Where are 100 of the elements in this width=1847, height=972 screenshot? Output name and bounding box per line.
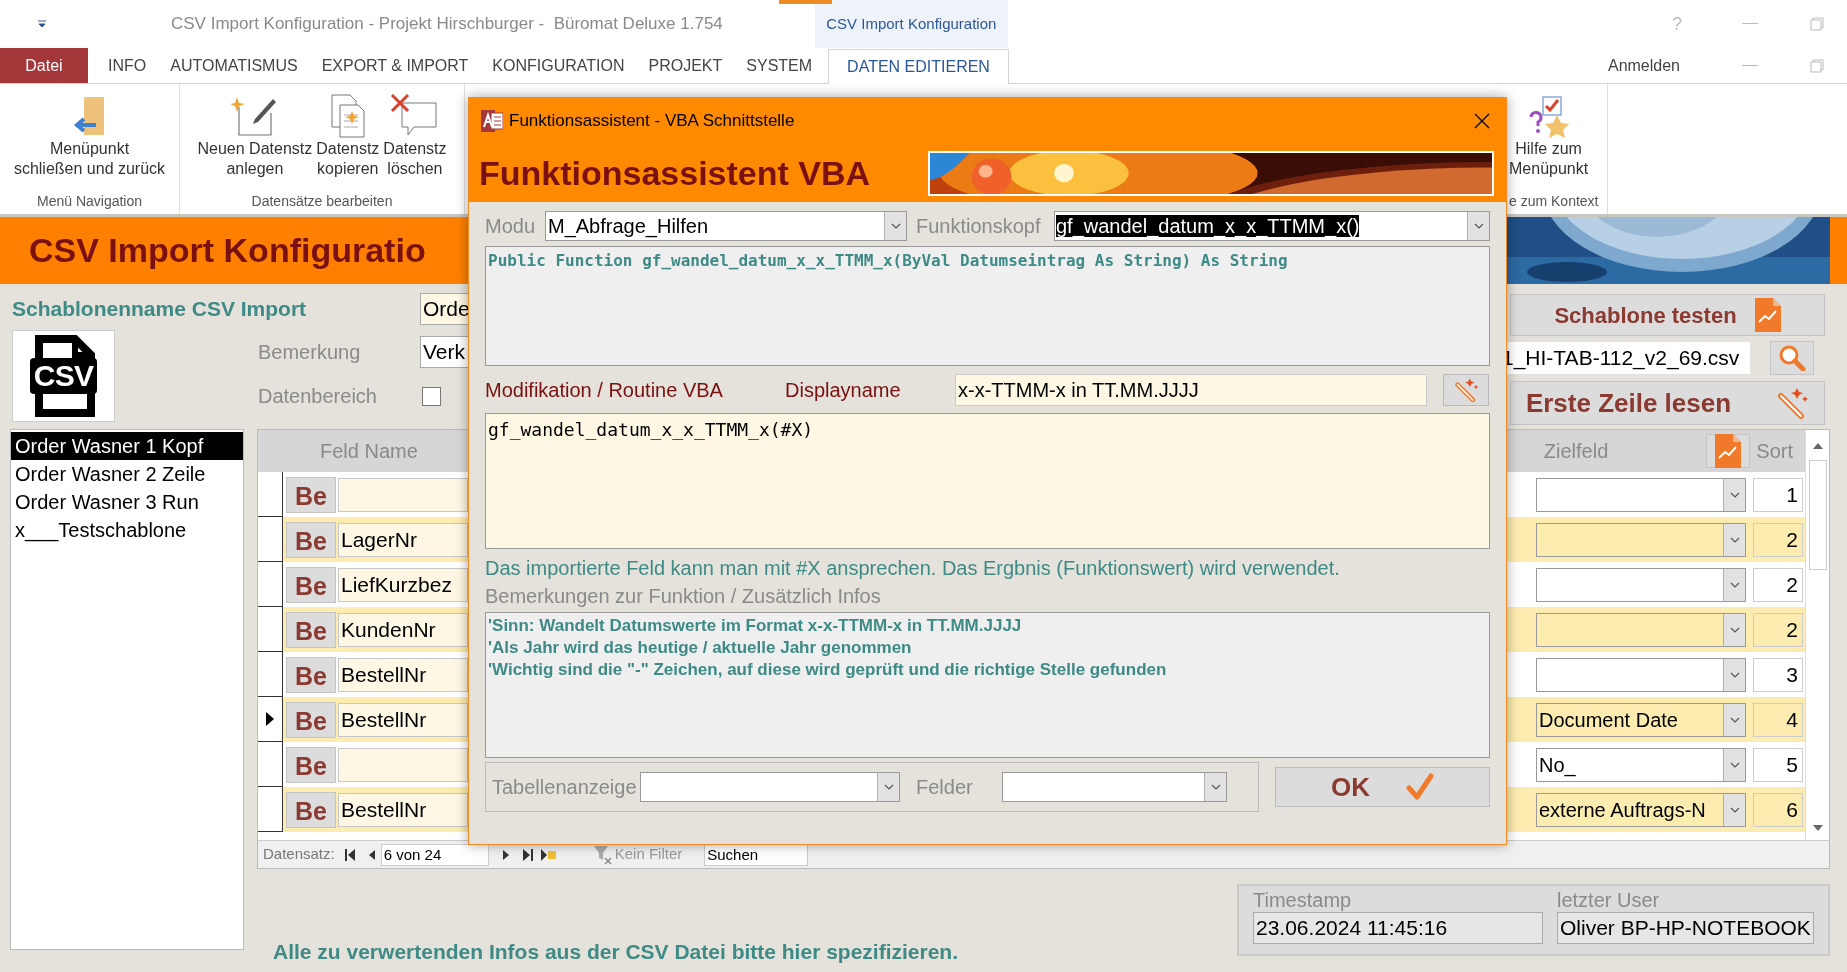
ribbon-tab[interactable]: INFO [96,48,159,83]
table-dropdown[interactable] [640,772,900,802]
search-button[interactable] [1770,341,1814,375]
wand-button[interactable] [1443,373,1489,406]
ribbon-button[interactable]: Menüpunkt schließen und zurück [11,89,168,191]
ribbon-tab[interactable]: KONFIGURATION [480,48,637,83]
sort-cell[interactable]: 4 [1753,702,1803,737]
sort-cell[interactable]: 2 [1753,522,1803,557]
restore-icon[interactable] [1810,17,1824,31]
template-list-item[interactable]: x___Testschablone [11,516,243,544]
minimize-icon[interactable] [1742,64,1758,67]
dropdown-caret-icon[interactable] [1204,773,1226,801]
edit-button[interactable]: Be [286,476,336,513]
record-selector[interactable] [258,562,283,607]
field-name-cell[interactable]: LiefKurzbez [338,567,468,602]
function-header-dropdown[interactable]: gf_wandel_datum_x_x_TTMM_x() [1054,211,1490,241]
record-position-field[interactable]: 6 von 24 [380,843,489,866]
field-name-cell[interactable]: BestellNr [338,702,468,737]
sort-cell[interactable]: 2 [1753,567,1803,602]
field-name-cell[interactable]: BestellNr [338,657,468,692]
target-field-dropdown[interactable]: Document Date [1536,702,1746,737]
template-list-item[interactable]: Order Wasner 3 Run [11,488,243,516]
record-selector[interactable] [258,517,283,562]
dropdown-caret-icon[interactable] [877,773,899,801]
edit-button[interactable]: Be [286,521,336,558]
ribbon-tab[interactable]: AUTOMATISMUS [158,48,310,83]
ribbon-tab[interactable]: DATEN EDITIEREN [828,49,1009,84]
field-name-cell[interactable]: LagerNr [338,522,468,557]
target-field-dropdown[interactable]: No_ [1536,747,1746,782]
dropdown-caret-icon[interactable] [1723,568,1745,601]
restore-icon[interactable] [1810,58,1824,73]
edit-button[interactable]: Be [286,611,336,648]
close-icon[interactable] [1474,113,1490,129]
scrollbar-thumb[interactable] [1808,460,1827,570]
last-record-icon[interactable] [522,848,533,861]
sign-in-link[interactable]: Anmelden [1607,53,1680,78]
ribbon-tab[interactable]: EXPORT & IMPORT [309,48,481,83]
edit-button[interactable]: Be [286,566,336,603]
target-field-dropdown[interactable] [1536,477,1746,512]
record-selector[interactable] [258,787,283,832]
sort-cell[interactable]: 6 [1753,792,1803,827]
ribbon-tab[interactable]: PROJEKT [636,48,735,83]
previous-record-icon[interactable] [368,849,375,860]
template-list-item[interactable]: Order Wasner 1 Kopf [11,432,243,460]
read-first-line-button[interactable]: Erste Zeile lesen [1510,381,1825,425]
record-selector[interactable] [258,607,283,652]
target-field-dropdown[interactable]: externe Auftrags-N [1536,792,1746,827]
dropdown-caret-icon[interactable] [884,212,906,240]
target-field-dropdown[interactable] [1536,657,1746,692]
minimize-icon[interactable] [1742,23,1758,25]
dropdown-caret-icon[interactable] [1723,523,1745,556]
dropdown-caret-icon[interactable] [1723,748,1745,781]
edit-button[interactable]: Be [286,746,336,783]
ribbon-button[interactable]: Datenstz löschen [381,89,449,191]
target-field-dropdown[interactable] [1536,522,1746,557]
record-selector[interactable] [258,652,283,697]
sort-cell[interactable]: 1 [1753,477,1803,512]
field-name-cell[interactable] [338,747,468,782]
field-name-cell[interactable]: KundenNr [338,612,468,647]
notes-box[interactable]: 'Sinn: Wandelt Datumswerte im Format x-x-TTMM-x in TT.MM.JJJJ 'Als Jahr wird das heutige / aktuelle Jahr genommen 'Wichtig sind die "-" Zeichen, auf diese wird geprüft und die richtige Stelle gefunden [485,612,1490,758]
scroll-up-icon[interactable] [1811,442,1824,450]
field-name-cell[interactable] [338,477,468,512]
file-tab[interactable]: Datei [0,48,88,83]
chart-button[interactable] [1706,434,1751,468]
sort-cell[interactable]: 5 [1753,747,1803,782]
target-field-dropdown[interactable] [1536,567,1746,602]
first-record-icon[interactable] [344,848,355,861]
display-name-field[interactable]: x-x-TTMM-x in TT.MM.JJJJ [955,373,1427,406]
template-list-item[interactable]: Order Wasner 2 Zeile [11,460,243,488]
edit-button[interactable]: Be [286,656,336,693]
dropdown-caret-icon[interactable] [1467,212,1489,240]
record-selector[interactable] [258,742,283,787]
routine-code-box[interactable]: gf_wandel_datum_x_x_TTMM_x(#X) [485,413,1490,549]
sort-cell[interactable]: 2 [1753,612,1803,647]
quick-access-caret-icon[interactable] [37,20,47,28]
target-field-dropdown[interactable] [1536,612,1746,647]
dropdown-caret-icon[interactable] [1723,793,1745,826]
search-field[interactable]: Suchen [704,843,809,866]
vertical-scrollbar[interactable] [1805,430,1829,840]
dropdown-caret-icon[interactable] [1723,478,1745,511]
ribbon-button[interactable]: Datenstz kopieren [314,89,382,191]
dropdown-caret-icon[interactable] [1723,613,1745,646]
next-record-icon[interactable] [502,849,509,860]
dropdown-caret-icon[interactable] [1723,658,1745,691]
test-template-button[interactable]: Schablone testen [1510,294,1825,336]
data-range-checkbox[interactable] [422,386,441,406]
edit-button[interactable]: Be [286,791,336,828]
module-dropdown[interactable]: M_Abfrage_Hilfen [545,211,907,241]
field-name-cell[interactable]: BestellNr [338,792,468,827]
record-selector[interactable] [258,472,283,517]
sort-cell[interactable]: 3 [1753,657,1803,692]
new-record-icon[interactable] [540,848,557,861]
scroll-down-icon[interactable] [1811,824,1824,832]
ribbon-button[interactable]: Neuen Datenstz anlegen [195,89,315,191]
ok-button[interactable]: OK [1274,767,1490,807]
dropdown-caret-icon[interactable] [1723,703,1745,736]
ribbon-tab[interactable]: SYSTEM [734,48,825,83]
fields-dropdown[interactable] [1002,772,1227,802]
edit-button[interactable]: Be [286,701,336,738]
ribbon-button[interactable]: Hilfe zum Menüpunkt [1507,89,1591,191]
